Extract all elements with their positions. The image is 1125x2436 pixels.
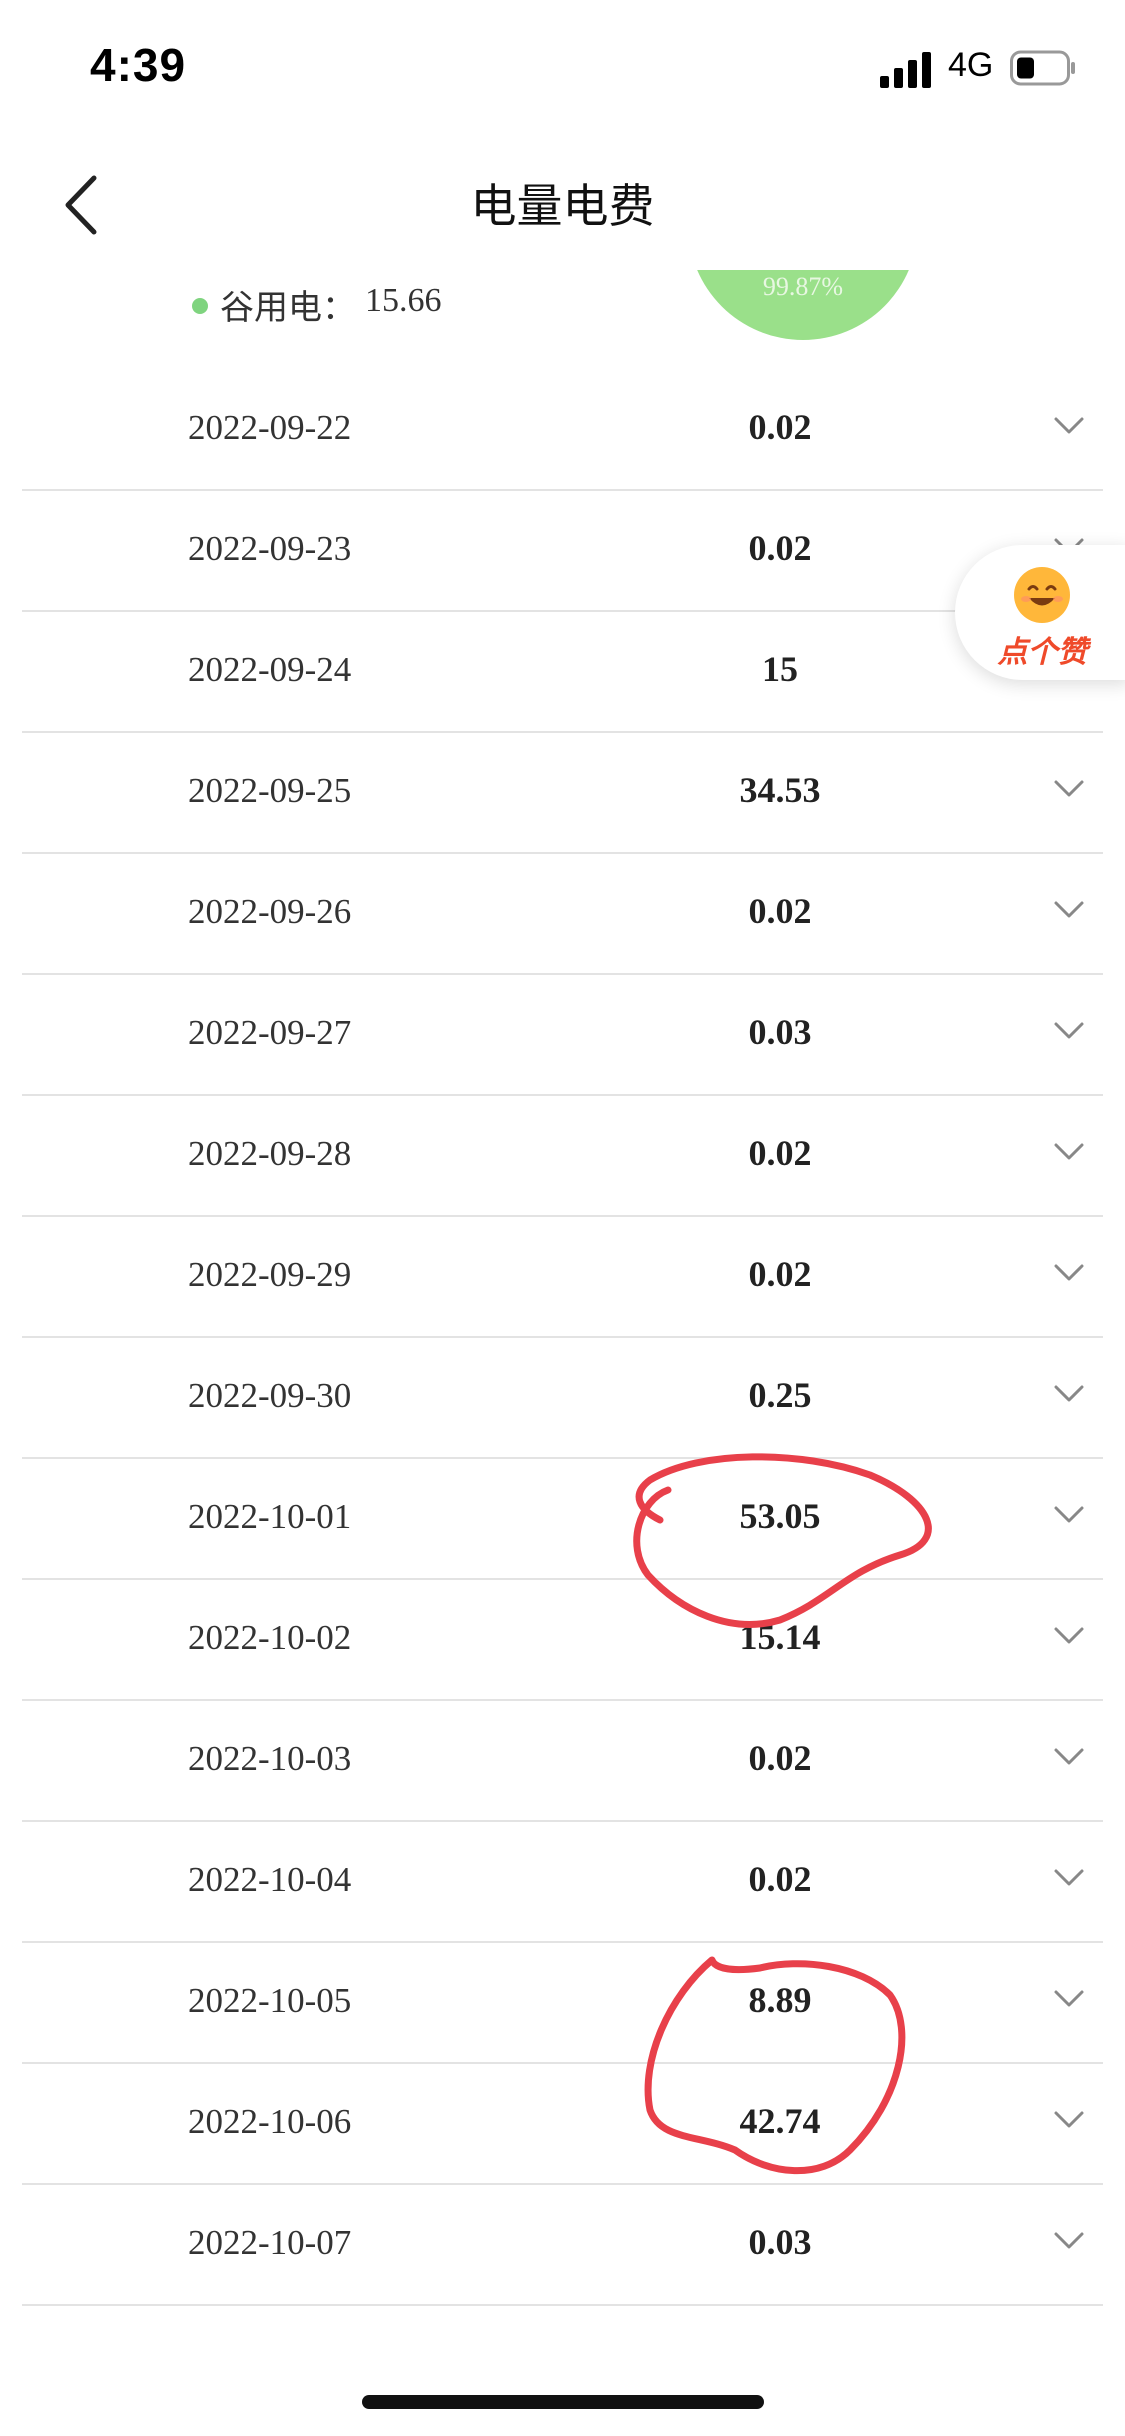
row-date: 2022-09-25 <box>188 771 352 810</box>
chevron-down-icon[interactable] <box>1052 1382 1086 1406</box>
row-date: 2022-10-01 <box>188 1497 352 1536</box>
row-value: 0.25 <box>748 1375 812 1415</box>
status-time: 4:39 <box>90 39 187 91</box>
row-date: 2022-10-03 <box>188 1739 352 1778</box>
list-item[interactable]: 2022-09-26 0.02 <box>0 854 1125 975</box>
like-label: 点个赞 <box>997 635 1088 670</box>
chevron-down-icon[interactable] <box>1052 1019 1086 1043</box>
chevron-down-icon[interactable] <box>1052 1745 1086 1769</box>
list-item[interactable]: 2022-09-28 0.02 <box>0 1096 1125 1217</box>
chevron-down-icon[interactable] <box>1052 2229 1086 2253</box>
network-type: 4G <box>948 46 994 84</box>
list-item[interactable]: 2022-09-25 34.53 <box>0 733 1125 854</box>
chevron-down-icon[interactable] <box>1052 1140 1086 1164</box>
nav-bar: 电量电费 <box>0 140 1125 270</box>
like-button[interactable]: 点个赞 <box>955 545 1125 680</box>
row-value: 0.02 <box>748 407 812 447</box>
row-value: 0.03 <box>748 2222 812 2262</box>
row-date: 2022-09-22 <box>188 408 352 447</box>
row-date: 2022-10-07 <box>188 2223 352 2262</box>
chevron-down-icon[interactable] <box>1052 2108 1086 2132</box>
home-indicator <box>362 2395 764 2409</box>
signal-icon <box>880 52 931 88</box>
row-value: 0.02 <box>748 1254 812 1294</box>
row-date: 2022-10-04 <box>188 1860 352 1899</box>
list-item[interactable]: 2022-10-03 0.02 <box>0 1701 1125 1822</box>
row-value: 34.53 <box>739 770 821 810</box>
list-item[interactable]: 2022-09-23 0.02 <box>0 491 1125 612</box>
row-date: 2022-09-30 <box>188 1376 352 1415</box>
list-item[interactable]: 2022-09-27 0.03 <box>0 975 1125 1096</box>
row-date: 2022-10-02 <box>188 1618 352 1657</box>
chevron-down-icon[interactable] <box>1052 1503 1086 1527</box>
chevron-down-icon[interactable] <box>1052 1261 1086 1285</box>
usage-summary: 谷用电： 15.66 99.87% <box>0 270 1125 370</box>
row-date: 2022-09-28 <box>188 1134 352 1173</box>
list-item[interactable]: 2022-10-02 15.14 <box>0 1580 1125 1701</box>
chevron-down-icon[interactable] <box>1052 1987 1086 2011</box>
row-value: 15.14 <box>739 1617 821 1657</box>
row-value: 0.02 <box>748 891 812 931</box>
row-date: 2022-09-27 <box>188 1013 352 1052</box>
row-value: 53.05 <box>739 1496 821 1536</box>
row-value: 8.89 <box>748 1980 812 2020</box>
list-item[interactable]: 2022-10-05 8.89 <box>0 1943 1125 2064</box>
row-date: 2022-09-29 <box>188 1255 352 1294</box>
list-item[interactable]: 2022-09-30 0.25 <box>0 1338 1125 1459</box>
chevron-down-icon[interactable] <box>1052 777 1086 801</box>
row-date: 2022-09-23 <box>188 529 352 568</box>
list-item[interactable]: 2022-10-06 42.74 <box>0 2064 1125 2185</box>
row-date: 2022-09-26 <box>188 892 352 931</box>
battery-icon <box>1010 50 1075 86</box>
valley-usage-label: 谷用电： <box>220 288 356 328</box>
row-value: 0.03 <box>748 1012 812 1052</box>
row-date: 2022-10-06 <box>188 2102 352 2141</box>
chevron-down-icon[interactable] <box>1052 1866 1086 1890</box>
row-divider <box>22 2304 1103 2306</box>
list-item[interactable]: 2022-10-01 53.05 <box>0 1459 1125 1580</box>
smiley-face-icon <box>1014 567 1070 623</box>
row-date: 2022-10-05 <box>188 1981 352 2020</box>
chevron-down-icon[interactable] <box>1052 898 1086 922</box>
list-item[interactable]: 2022-09-22 0.02 <box>0 370 1125 491</box>
row-value: 0.02 <box>748 1133 812 1173</box>
row-date: 2022-09-24 <box>188 650 352 689</box>
valley-usage-value: 15.66 <box>365 282 442 319</box>
row-value: 0.02 <box>748 1859 812 1899</box>
page-title: 电量电费 <box>470 179 655 233</box>
row-value: 0.02 <box>748 1738 812 1778</box>
list-item[interactable]: 2022-10-04 0.02 <box>0 1822 1125 1943</box>
list-item[interactable]: 2022-10-07 0.03 <box>0 2185 1125 2306</box>
list-item[interactable]: 2022-09-29 0.02 <box>0 1217 1125 1338</box>
row-value: 0.02 <box>748 528 812 568</box>
row-value: 15 <box>762 649 798 689</box>
valley-legend-dot <box>192 298 208 314</box>
pie-percent-label: 99.87% <box>762 272 844 301</box>
chevron-down-icon[interactable] <box>1052 1624 1086 1648</box>
row-value: 42.74 <box>739 2101 821 2141</box>
status-bar: 4:39 4G <box>0 0 1125 140</box>
chevron-down-icon[interactable] <box>1052 414 1086 438</box>
